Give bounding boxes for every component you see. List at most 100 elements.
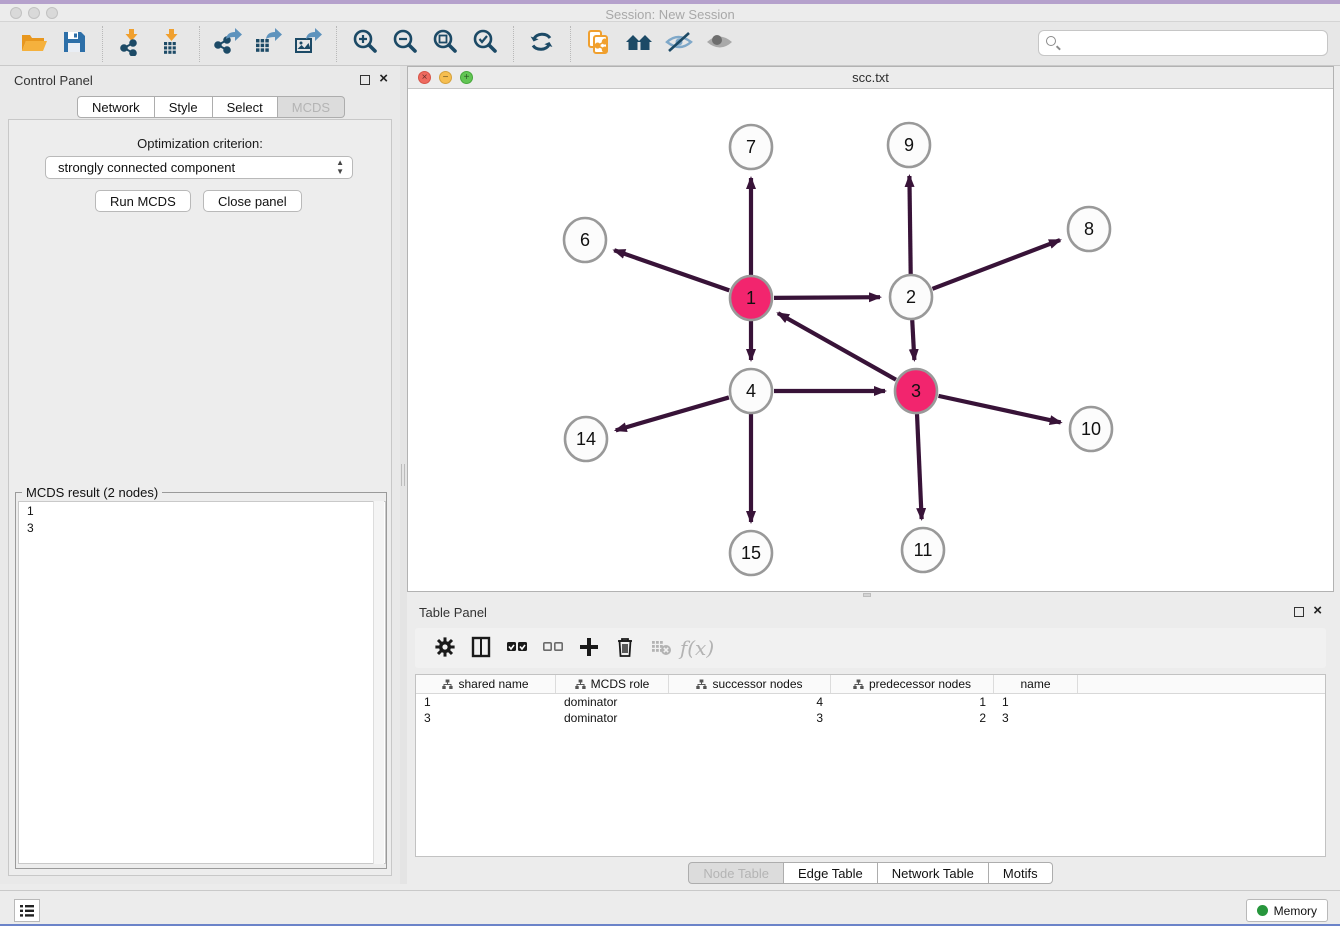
network-graph[interactable]: 7 9 6 8 1 2 4 3 14 10 15 11	[408, 89, 1333, 591]
tab-network-table[interactable]: Network Table	[878, 862, 989, 884]
search-icon	[1046, 36, 1056, 46]
table-cell[interactable]: 1	[831, 694, 994, 710]
tab-edge-table[interactable]: Edge Table	[784, 862, 878, 884]
import-table-button[interactable]	[151, 27, 191, 61]
edge-3-10[interactable]	[938, 396, 1060, 423]
tab-node-table[interactable]: Node Table	[688, 862, 784, 884]
node-9[interactable]: 9	[888, 123, 930, 167]
export-table-button[interactable]	[248, 27, 288, 61]
column-header-name[interactable]: name	[994, 675, 1078, 693]
edge-1-2[interactable]	[774, 297, 880, 298]
splitter-grip[interactable]	[863, 593, 871, 597]
zoom-selected-button[interactable]	[465, 27, 505, 61]
column-header-shared-name[interactable]: shared name	[416, 675, 556, 693]
open-session-icon	[19, 28, 49, 59]
deselect-all-button[interactable]	[535, 632, 571, 664]
cytoscape-window: Session: New Session Control Panel × Net…	[0, 0, 1340, 926]
export-network-button[interactable]	[208, 27, 248, 61]
table-cell[interactable]: 4	[669, 694, 831, 710]
edge-2-9[interactable]	[909, 176, 910, 274]
tab-mcds[interactable]: MCDS	[278, 96, 345, 118]
run-mcds-button[interactable]: Run MCDS	[95, 190, 191, 212]
zoom-fit-button[interactable]	[425, 27, 465, 61]
edge-3-1[interactable]	[778, 313, 896, 379]
table-row[interactable]: 3dominator323	[416, 710, 1325, 726]
zoom-in-button[interactable]	[345, 27, 385, 61]
close-panel-button[interactable]: Close panel	[203, 190, 302, 212]
hierarchy-icon	[696, 679, 707, 690]
node-1[interactable]: 1	[730, 276, 772, 320]
add-column-icon	[577, 635, 601, 662]
zoom-out-button[interactable]	[385, 27, 425, 61]
table-cell[interactable]: 3	[416, 710, 556, 726]
column-header-successor-nodes[interactable]: successor nodes	[669, 675, 831, 693]
export-table-icon	[253, 28, 283, 59]
refresh-layout-button[interactable]	[522, 27, 562, 61]
window-titlebar[interactable]: Session: New Session	[0, 4, 1340, 22]
tab-motifs[interactable]: Motifs	[989, 862, 1053, 884]
memory-button[interactable]: Memory	[1246, 899, 1328, 922]
delete-column-button[interactable]	[607, 632, 643, 664]
table-cell[interactable]: 1	[994, 694, 1078, 710]
table-cell[interactable]: dominator	[556, 710, 669, 726]
hide-selected-eye-button[interactable]	[659, 27, 699, 61]
edge-3-11[interactable]	[917, 414, 922, 519]
tab-style[interactable]: Style	[155, 96, 213, 118]
result-item[interactable]: 3	[19, 519, 385, 536]
table-row[interactable]: 1dominator411	[416, 694, 1325, 710]
node-10[interactable]: 10	[1070, 407, 1112, 451]
mcds-result-list[interactable]: 13	[18, 501, 386, 864]
table-cell[interactable]: 1	[416, 694, 556, 710]
float-panel-icon[interactable]	[360, 75, 370, 85]
node-8[interactable]: 8	[1068, 207, 1110, 251]
node-3[interactable]: 3	[895, 369, 937, 413]
node-2[interactable]: 2	[890, 275, 932, 319]
show-eye-button[interactable]	[699, 27, 739, 61]
export-image-icon	[293, 28, 323, 59]
node-table: shared nameMCDS rolesuccessor nodesprede…	[415, 674, 1326, 857]
close-panel-icon[interactable]: ×	[379, 70, 388, 88]
column-header-MCDS-role[interactable]: MCDS role	[556, 675, 669, 693]
table-cell[interactable]: dominator	[556, 694, 669, 710]
gear-button[interactable]	[427, 632, 463, 664]
home-button[interactable]	[619, 27, 659, 61]
table-cell[interactable]: 3	[994, 710, 1078, 726]
edge-2-3[interactable]	[912, 320, 914, 360]
node-15[interactable]: 15	[730, 531, 772, 575]
result-item[interactable]: 1	[19, 502, 385, 519]
tab-select[interactable]: Select	[213, 96, 278, 118]
result-scrollbar[interactable]	[373, 501, 384, 864]
network-frame-titlebar[interactable]: × − + scc.txt	[408, 67, 1333, 89]
export-image-button[interactable]	[288, 27, 328, 61]
node-6[interactable]: 6	[564, 218, 606, 262]
table-cell[interactable]: 3	[669, 710, 831, 726]
columns-button[interactable]	[463, 632, 499, 664]
vertical-splitter[interactable]	[400, 66, 407, 884]
toolbar-group	[336, 26, 513, 62]
task-history-button[interactable]	[14, 899, 40, 922]
toolbar-group	[6, 26, 102, 62]
select-all-button[interactable]	[499, 632, 535, 664]
edge-2-8[interactable]	[932, 240, 1060, 289]
search-input[interactable]	[1038, 30, 1328, 56]
node-14[interactable]: 14	[565, 417, 607, 461]
add-column-button[interactable]	[571, 632, 607, 664]
tab-network[interactable]: Network	[77, 96, 155, 118]
network-canvas[interactable]: 7 9 6 8 1 2 4 3 14 10 15 11	[408, 89, 1333, 591]
splitter-grip[interactable]	[401, 464, 405, 486]
float-panel-icon[interactable]	[1294, 607, 1304, 617]
table-cell[interactable]: 2	[831, 710, 994, 726]
column-header-predecessor-nodes[interactable]: predecessor nodes	[831, 675, 994, 693]
node-7[interactable]: 7	[730, 125, 772, 169]
import-network-button[interactable]	[111, 27, 151, 61]
open-session-button[interactable]	[14, 27, 54, 61]
save-session-button[interactable]	[54, 27, 94, 61]
node-4[interactable]: 4	[730, 369, 772, 413]
first-neighbors-button[interactable]	[579, 27, 619, 61]
import-network-icon	[116, 28, 146, 59]
close-panel-icon[interactable]: ×	[1313, 602, 1322, 620]
node-11[interactable]: 11	[902, 528, 944, 572]
criterion-select[interactable]: strongly connected component ▲▼	[45, 156, 353, 179]
edge-4-14[interactable]	[616, 397, 729, 430]
edge-1-6[interactable]	[614, 250, 729, 290]
